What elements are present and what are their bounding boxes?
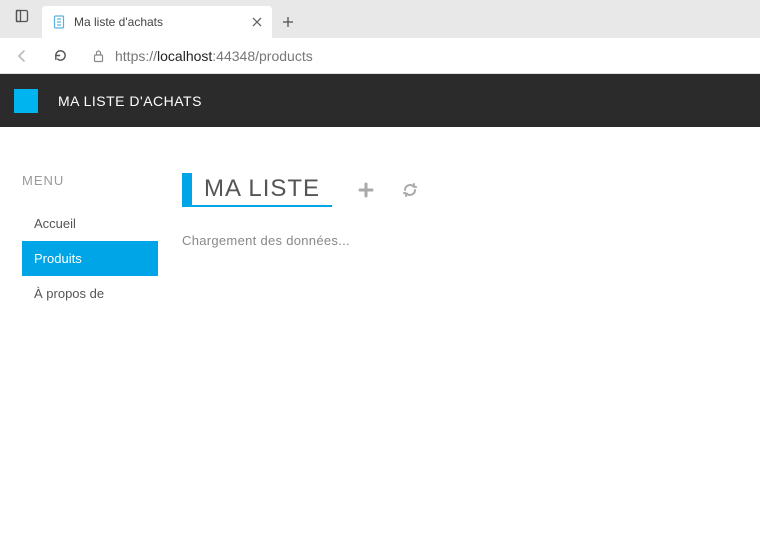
new-tab-button[interactable] bbox=[272, 6, 304, 38]
tab-title: Ma liste d'achats bbox=[74, 15, 244, 29]
page-title-row: MA LISTE bbox=[182, 173, 760, 207]
loading-text: Chargement des données... bbox=[182, 233, 760, 248]
refresh-button[interactable] bbox=[46, 42, 74, 70]
app-header: MA LISTE D'ACHATS bbox=[0, 74, 760, 127]
address-bar[interactable]: https://localhost:44348/products bbox=[84, 42, 752, 70]
favicon-icon bbox=[52, 15, 66, 29]
app-title: MA LISTE D'ACHATS bbox=[58, 93, 202, 109]
page-title: MA LISTE bbox=[204, 175, 320, 203]
app-logo bbox=[14, 89, 38, 113]
browser-tab[interactable]: Ma liste d'achats bbox=[42, 6, 272, 38]
lock-icon bbox=[92, 49, 105, 63]
sidebar-item-accueil[interactable]: Accueil bbox=[22, 206, 158, 241]
menu-label: MENU bbox=[22, 173, 158, 188]
back-button[interactable] bbox=[8, 42, 36, 70]
main-panel: MA LISTE Chargement des données... bbox=[182, 173, 760, 311]
close-icon[interactable] bbox=[252, 17, 262, 27]
content-area: MENU Accueil Produits À propos de MA LIS… bbox=[0, 127, 760, 311]
tab-actions-icon[interactable] bbox=[8, 2, 36, 30]
url-text: https://localhost:44348/products bbox=[115, 48, 313, 64]
page-title-wrap: MA LISTE bbox=[182, 173, 332, 207]
sidebar: MENU Accueil Produits À propos de bbox=[22, 173, 158, 311]
add-button[interactable] bbox=[356, 180, 376, 200]
browser-toolbar: https://localhost:44348/products bbox=[0, 38, 760, 74]
browser-tab-strip: Ma liste d'achats bbox=[0, 0, 760, 38]
sidebar-item-produits[interactable]: Produits bbox=[22, 241, 158, 276]
refresh-list-button[interactable] bbox=[400, 180, 420, 200]
sidebar-item-apropos[interactable]: À propos de bbox=[22, 276, 158, 311]
